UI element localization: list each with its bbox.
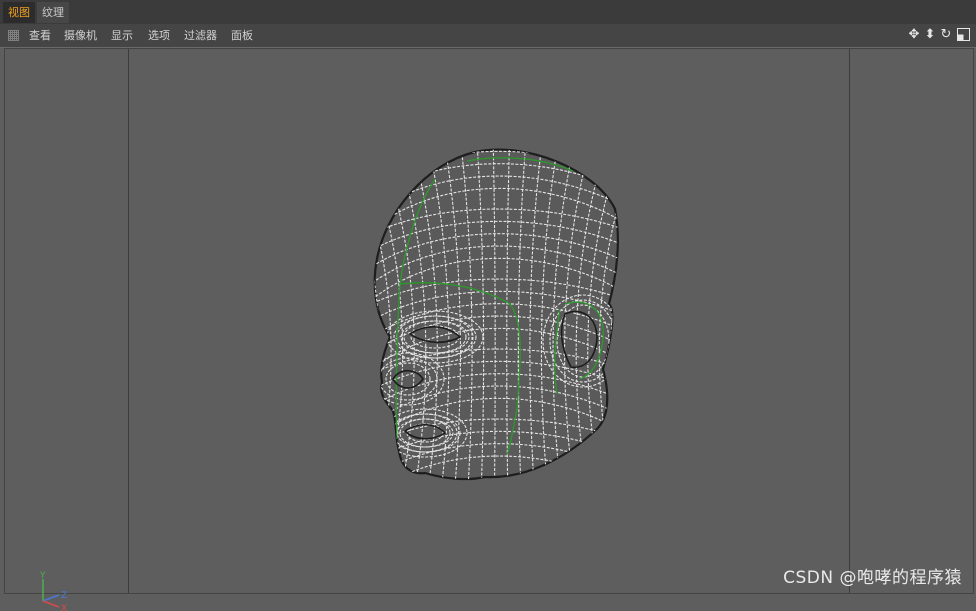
axis-x-line — [42, 600, 60, 608]
menu-camera[interactable]: 摄像机 — [64, 24, 97, 47]
toggle-panel-icon[interactable] — [956, 28, 970, 42]
head-wireframe-mesh[interactable] — [5, 49, 973, 593]
menu-display[interactable]: 显示 — [111, 24, 133, 47]
tab-bar: 视图 纹理 — [0, 0, 976, 24]
axis-z-label: Z — [61, 591, 67, 601]
3d-viewport[interactable]: Y Z X — [4, 48, 974, 611]
scale-view-icon[interactable]: ⬍ — [923, 28, 937, 42]
axis-y-label: Y — [39, 571, 46, 581]
rotate-view-icon[interactable]: ↻ — [939, 28, 953, 42]
viewport-menu-bar: 查看 摄像机 显示 选项 过滤器 面板 ✥ ⬍ ↻ — [0, 24, 976, 48]
tab-viewport[interactable]: 视图 — [3, 2, 35, 23]
menu-view[interactable]: 查看 — [29, 24, 51, 47]
menu-options[interactable]: 选项 — [148, 24, 170, 47]
move-view-icon[interactable]: ✥ — [907, 28, 921, 42]
menu-filter[interactable]: 过滤器 — [184, 24, 217, 47]
axis-x-label: X — [61, 604, 67, 611]
axis-gizmo: Y Z X — [39, 571, 67, 611]
watermark: CSDN @咆哮的程序猿 — [783, 568, 962, 588]
menu-panel[interactable]: 面板 — [231, 24, 253, 47]
tab-texture[interactable]: 纹理 — [37, 2, 69, 23]
grip-icon[interactable] — [8, 30, 19, 41]
